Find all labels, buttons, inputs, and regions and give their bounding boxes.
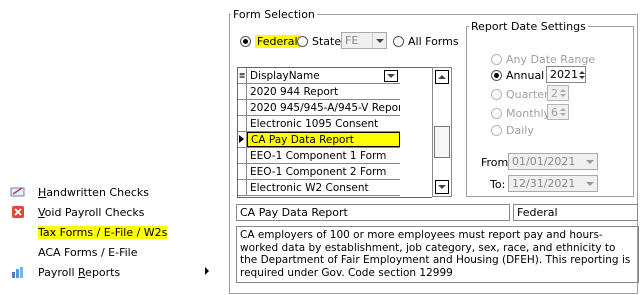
form-description: CA employers of 100 or more employees mu… xyxy=(236,226,639,283)
forms-grid[interactable]: ≣ DisplayName 2020 944 Report 2020 945/9… xyxy=(237,67,401,198)
spin-up-icon[interactable] xyxy=(578,70,585,74)
grid-header-row: ≣ DisplayName xyxy=(238,68,400,84)
payroll-reports-icon xyxy=(12,267,23,278)
void-checks-icon xyxy=(12,206,24,218)
grid-scrollbar[interactable] xyxy=(432,67,452,197)
monthly-radio[interactable]: Monthly xyxy=(491,107,550,120)
state-radio[interactable]: State xyxy=(297,35,341,48)
state-select[interactable]: FE xyxy=(341,32,387,49)
menu-label: eports xyxy=(85,265,121,279)
menu-label: ACA Forms / E-File xyxy=(38,245,138,259)
spin-up-icon[interactable] xyxy=(560,89,566,92)
table-row[interactable]: 2020 944 Report xyxy=(238,84,400,100)
table-cell: EEO-1 Component 2 Form xyxy=(250,165,387,178)
daily-radio[interactable]: Daily xyxy=(491,124,534,137)
state-select-value: FE xyxy=(345,34,359,47)
scroll-up-button[interactable] xyxy=(435,70,449,84)
menu-label: Payroll xyxy=(38,265,79,279)
table-cell: Electronic 1095 Consent xyxy=(250,117,379,130)
monthly-label: Monthly xyxy=(506,107,551,120)
table-cell: CA Pay Data Report xyxy=(247,132,400,147)
from-date-picker[interactable]: 01/01/2021 xyxy=(508,153,598,170)
annual-year-spinner[interactable]: 2021 xyxy=(546,66,586,83)
to-label: To: xyxy=(490,178,506,191)
to-date-picker[interactable]: 12/31/2021 xyxy=(508,175,598,192)
daily-label: Daily xyxy=(506,124,534,137)
state-radio-dot xyxy=(297,36,308,47)
from-date-value: 01/01/2021 xyxy=(512,155,576,168)
grid-header-displayname[interactable]: DisplayName xyxy=(247,70,384,82)
annual-label: Annual xyxy=(506,69,545,82)
menu-item-aca-forms[interactable]: ACA Forms / E-File xyxy=(0,242,222,262)
quarterly-spinner[interactable]: 2 xyxy=(547,85,569,101)
annual-year-value: 2021 xyxy=(550,68,578,81)
table-cell: 2020 945/945-A/945-V Reports xyxy=(250,101,400,114)
menu-label: Tax Forms / E-File / W2s xyxy=(38,225,168,239)
menu-item-handwritten-checks[interactable]: Handwritten Checks xyxy=(0,182,222,202)
table-cell: 2020 944 Report xyxy=(250,85,339,98)
spin-down-icon[interactable] xyxy=(560,94,566,97)
any-date-range-label: Any Date Range xyxy=(506,53,596,66)
selected-form-name-field[interactable]: CA Pay Data Report xyxy=(236,204,510,221)
chevron-down-icon[interactable] xyxy=(583,154,597,169)
chevron-down-icon xyxy=(387,73,395,78)
chevron-down-icon xyxy=(438,185,446,189)
scroll-down-button[interactable] xyxy=(435,180,449,194)
selected-jurisdiction-field[interactable]: Federal xyxy=(513,204,638,221)
grid-header-indicator: ≣ xyxy=(238,68,247,83)
grid-blank-area xyxy=(400,67,432,198)
table-row[interactable]: EEO-1 Component 2 Form xyxy=(238,164,400,180)
chevron-down-icon[interactable] xyxy=(583,176,597,191)
chevron-down-icon[interactable] xyxy=(372,33,386,48)
table-cell: EEO-1 Component 1 Form xyxy=(250,149,387,162)
table-row[interactable]: EEO-1 Component 1 Form xyxy=(238,148,400,164)
all-forms-radio-dot xyxy=(393,36,404,47)
table-row-selected[interactable]: CA Pay Data Report xyxy=(238,132,400,148)
table-row[interactable]: 2020 945/945-A/945-V Reports xyxy=(238,100,400,116)
any-date-range-radio[interactable]: Any Date Range xyxy=(491,53,595,66)
table-row[interactable]: Electronic W2 Consent xyxy=(238,180,400,196)
menu-item-tax-forms[interactable]: Tax Forms / E-File / W2s xyxy=(0,222,222,242)
federal-radio-label: Federal xyxy=(255,35,300,48)
menu-label: andwritten Checks xyxy=(46,185,149,199)
all-forms-radio[interactable]: All Forms xyxy=(393,35,459,48)
chevron-up-icon xyxy=(438,75,446,79)
federal-radio-dot xyxy=(240,36,251,47)
form-selection-title: Form Selection xyxy=(231,8,317,21)
scroll-thumb[interactable] xyxy=(434,126,450,158)
annual-radio[interactable]: Annual xyxy=(491,69,544,82)
handwritten-checks-icon xyxy=(10,187,25,197)
menu-item-payroll-reports[interactable]: Payroll Reports xyxy=(0,262,222,282)
all-forms-radio-label: All Forms xyxy=(408,35,459,48)
monthly-spinner[interactable]: 6 xyxy=(547,104,569,120)
quarterly-value: 2 xyxy=(551,86,558,100)
report-date-settings-title: Report Date Settings xyxy=(469,20,588,33)
spin-down-icon[interactable] xyxy=(560,113,566,116)
table-row[interactable]: Electronic 1095 Consent xyxy=(238,116,400,132)
federal-radio[interactable]: Federal xyxy=(240,35,300,48)
menu-item-void-payroll-checks[interactable]: Void Payroll Checks xyxy=(0,202,222,222)
menu-label-mnemonic: V xyxy=(38,205,45,219)
menu-label: oid Payroll Checks xyxy=(44,205,145,219)
spin-down-icon[interactable] xyxy=(578,75,585,79)
table-cell: Electronic W2 Consent xyxy=(250,181,369,194)
current-row-arrow-icon xyxy=(239,135,244,143)
submenu-arrow-icon xyxy=(205,267,209,275)
to-date-value: 12/31/2021 xyxy=(512,177,576,190)
state-radio-label: State xyxy=(312,35,342,48)
spin-up-icon[interactable] xyxy=(560,108,566,111)
monthly-value: 6 xyxy=(551,105,558,119)
header-filter-dropdown[interactable] xyxy=(384,69,398,82)
